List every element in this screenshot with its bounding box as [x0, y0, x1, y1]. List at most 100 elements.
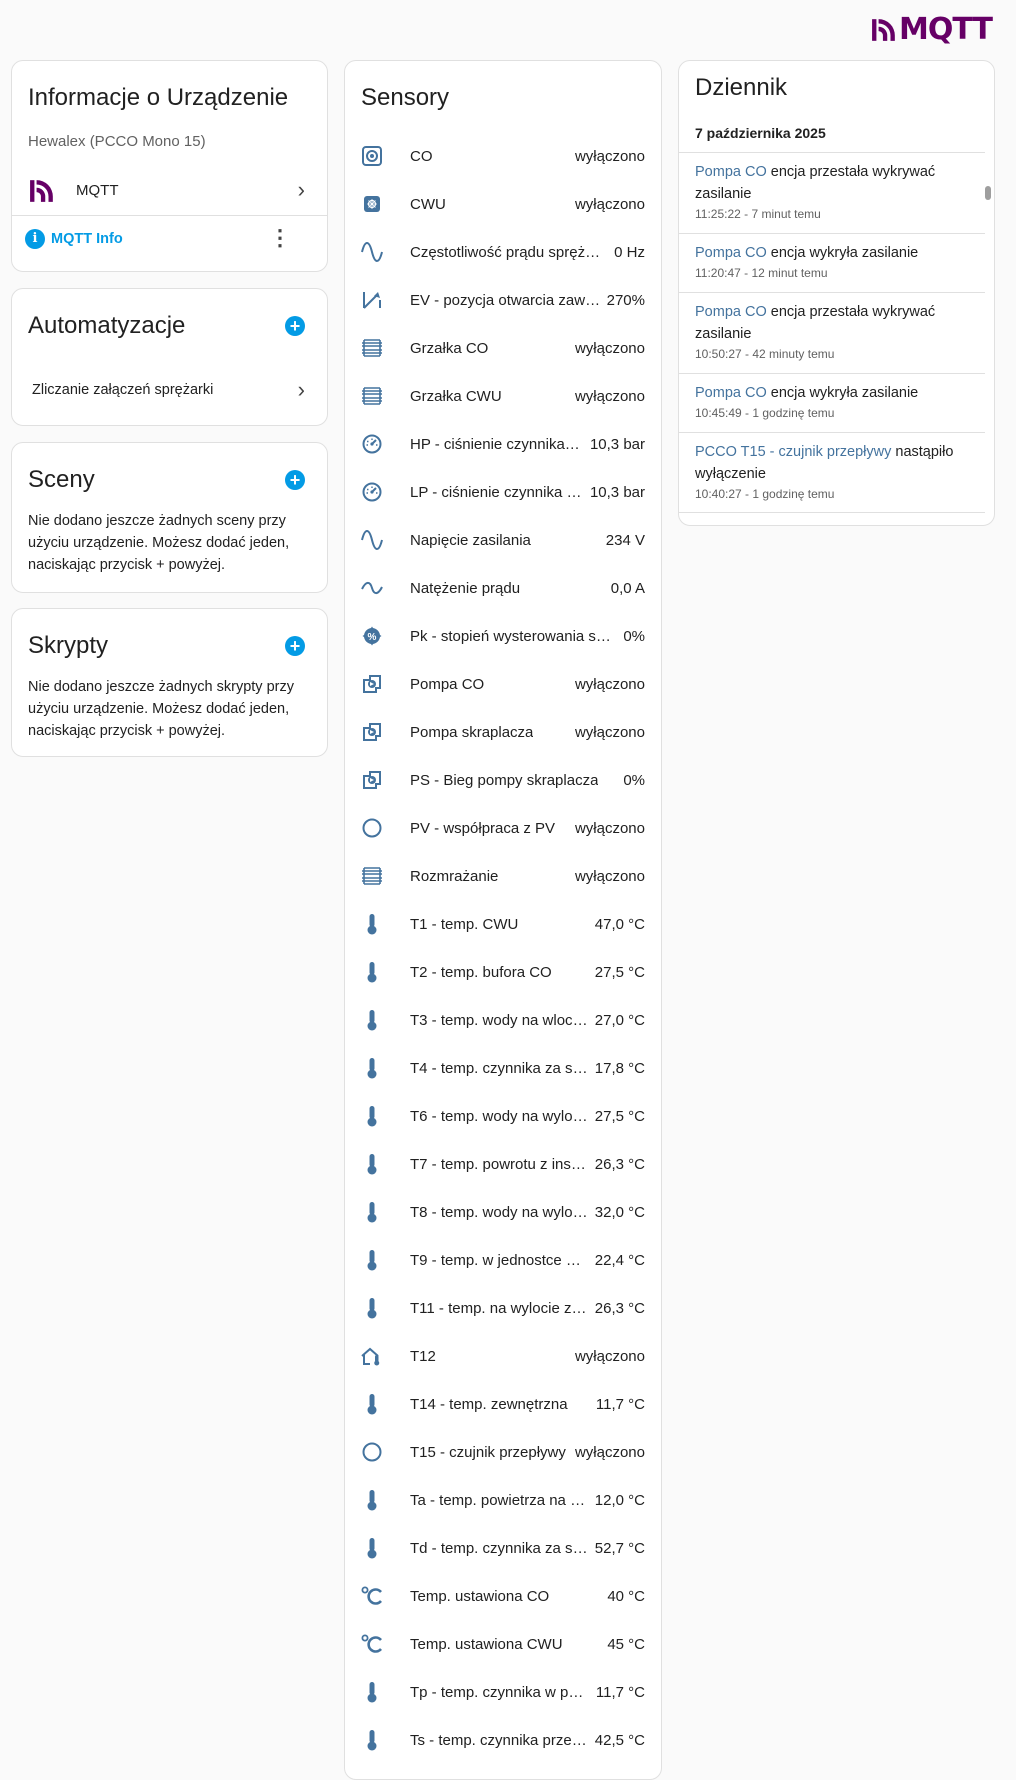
sensor-row[interactable]: T2 - temp. bufora CO 27,5 °C — [345, 948, 661, 996]
gauge-icon — [361, 433, 383, 455]
home-thermometer-icon — [361, 1345, 383, 1367]
sensor-row[interactable]: EV - pozycja otwarcia zaworu rozprężnego… — [345, 276, 661, 324]
sensor-name: PV - współpraca z PV — [410, 819, 556, 837]
add-scene-button[interactable]: + — [285, 470, 305, 490]
thermometer-icon — [361, 1729, 383, 1751]
sensor-value: wyłączono — [574, 147, 645, 165]
circle-outline-icon — [361, 1441, 383, 1463]
sensor-row[interactable]: T12 wyłączono — [345, 1332, 661, 1380]
log-message-text: encja wykryła zasilanie — [766, 385, 919, 401]
sensor-row[interactable]: Temp. ustawiona CWU 45 °C — [345, 1620, 661, 1668]
sensor-row[interactable]: Natężenie prądu 0,0 A — [345, 564, 661, 612]
divider — [679, 432, 985, 433]
sensor-row[interactable]: % Pk - stopień wysterowania sprężarki 0% — [345, 612, 661, 660]
sensor-value: 11,7 °C — [595, 1395, 645, 1413]
radiator-icon — [361, 865, 383, 887]
sensor-row[interactable]: Ts - temp. czynnika przed sprężarką 42,5 … — [345, 1716, 661, 1764]
sensor-row[interactable]: PV - współpraca z PV wyłączono — [345, 804, 661, 852]
sensor-row[interactable]: Częstotliwość prądu sprężarki 0 Hz — [345, 228, 661, 276]
scenes-title: Sceny — [28, 466, 95, 493]
sensor-row[interactable]: LP - ciśnienie czynnika niskie 10,3 bar — [345, 468, 661, 516]
automation-item[interactable]: Zliczanie załączeń sprężarki › — [12, 369, 327, 413]
sensor-row[interactable]: Td - temp. czynnika za sprężarką 52,7 °C — [345, 1524, 661, 1572]
sensor-row[interactable]: PS - Bieg pompy skraplacza 0% — [345, 756, 661, 804]
sensor-name: T8 - temp. wody na wylocie z grzałki — [410, 1203, 589, 1221]
mqtt-info-link[interactable]: i MQTT Info — [25, 229, 123, 249]
sensor-row[interactable]: CWU wyłączono — [345, 180, 661, 228]
sensor-row[interactable]: T14 - temp. zewnętrzna 11,7 °C — [345, 1380, 661, 1428]
sensor-name: Częstotliwość prądu sprężarki — [410, 243, 609, 261]
chevron-right-icon: › — [297, 177, 305, 202]
sensor-name: LP - ciśnienie czynnika niskie — [410, 483, 584, 501]
thermometer-icon — [361, 1201, 383, 1223]
sensor-value: wyłączono — [574, 867, 645, 885]
sensor-row[interactable]: Rozmrażanie wyłączono — [345, 852, 661, 900]
sensor-row[interactable]: Napięcie zasilania 234 V — [345, 516, 661, 564]
log-message-text: encja wykryła zasilanie — [766, 245, 919, 261]
divider — [679, 233, 985, 234]
sensor-value: wyłączono — [574, 339, 645, 357]
sensor-row[interactable]: T6 - temp. wody na wylocie ze skraplacza… — [345, 1092, 661, 1140]
log-entity-link[interactable]: Pompa CO — [695, 245, 767, 261]
sensor-name: Tp - temp. czynnika w parowniku — [410, 1683, 590, 1701]
sensor-row[interactable]: Pompa CO wyłączono — [345, 660, 661, 708]
sensor-row[interactable]: CO wyłączono — [345, 132, 661, 180]
sensor-name: T4 - temp. czynnika za skraplaczem — [410, 1059, 589, 1077]
add-script-button[interactable]: + — [285, 636, 305, 656]
pump-icon — [361, 769, 383, 791]
sensor-row[interactable]: T4 - temp. czynnika za skraplaczem 17,8 °… — [345, 1044, 661, 1092]
sensor-row[interactable]: HP - ciśnienie czynnika wysokie 10,3 bar — [345, 420, 661, 468]
chevron-right-icon: › — [297, 377, 305, 402]
sensor-name: CWU — [410, 195, 446, 213]
sensor-value: 26,3 °C — [594, 1155, 645, 1173]
sensor-row[interactable]: Grzałka CWU wyłączono — [345, 372, 661, 420]
log-entity-link[interactable]: Pompa CO — [695, 304, 767, 320]
sensor-value: wyłączono — [574, 387, 645, 405]
sensor-name: Pompa skraplacza — [410, 723, 534, 741]
integration-row[interactable]: MQTT › — [12, 169, 327, 213]
sensor-value: 52,7 °C — [594, 1539, 645, 1557]
sensor-row[interactable]: T15 - czujnik przepływy wyłączono — [345, 1428, 661, 1476]
sensor-row[interactable]: Tp - temp. czynnika w parowniku 11,7 °C — [345, 1668, 661, 1716]
sensor-name: CO — [410, 147, 433, 165]
sensor-row[interactable]: T9 - temp. w jednostce wewnętrznej 22,4 °… — [345, 1236, 661, 1284]
log-entity-link[interactable]: PCCO T15 - czujnik przepływy — [695, 444, 891, 460]
sensor-value: 270% — [606, 291, 645, 309]
log-entity-link[interactable]: Pompa CO — [695, 164, 767, 180]
sensor-name: T1 - temp. CWU — [410, 915, 519, 933]
sensor-row[interactable]: T3 - temp. wody na wlocie do skraplacza 2… — [345, 996, 661, 1044]
sensor-name: Grzałka CWU — [410, 387, 502, 405]
log-time: 10:50:27 - 42 minuty temu — [695, 347, 835, 361]
sensor-row[interactable]: Ta - temp. powietrza na wlocie 12,0 °C — [345, 1476, 661, 1524]
sensor-value: 0% — [623, 771, 645, 789]
sensor-name: Napięcie zasilania — [410, 531, 531, 549]
sensor-value: 27,5 °C — [594, 1107, 645, 1125]
sensor-row[interactable]: T11 - temp. na wylocie z bufora 26,3 °C — [345, 1284, 661, 1332]
pump-icon — [361, 673, 383, 695]
scrollbar-thumb[interactable] — [985, 186, 991, 200]
logbook-card: Dziennik 7 października 2025 Pompa CO en… — [678, 60, 995, 526]
add-automation-button[interactable]: + — [285, 316, 305, 336]
sensor-row[interactable]: T8 - temp. wody na wylocie z grzałki 32,0… — [345, 1188, 661, 1236]
sensor-value: wyłączono — [574, 675, 645, 693]
sensor-value: 40 °C — [607, 1587, 645, 1605]
sensor-row[interactable]: Pompa skraplacza wyłączono — [345, 708, 661, 756]
device-info-card: Informacje o Urządzenie Hewalex (PCCO Mo… — [11, 60, 328, 272]
sensor-row[interactable]: Temp. ustawiona CO 40 °C — [345, 1572, 661, 1620]
log-time: 11:25:22 - 7 minut temu — [695, 207, 821, 221]
log-entity-link[interactable]: Pompa CO — [695, 385, 767, 401]
sensor-value: wyłączono — [574, 723, 645, 741]
thermometer-icon — [361, 1009, 383, 1031]
sensor-row[interactable]: Grzałka CO wyłączono — [345, 324, 661, 372]
sensor-row[interactable]: T1 - temp. CWU 47,0 °C — [345, 900, 661, 948]
log-entry: Pompa CO encja wykryła zasilanie 11:20:47… — [695, 242, 975, 282]
mqtt-broadcast-icon — [872, 18, 895, 41]
sensor-row[interactable]: T7 - temp. powrotu z instalacji 26,3 °C — [345, 1140, 661, 1188]
automations-card: Automatyzacje + Zliczanie załączeń spręż… — [11, 288, 328, 426]
celsius-icon — [361, 1633, 383, 1655]
current-ac-icon — [361, 577, 383, 599]
automations-title: Automatyzacje — [28, 312, 186, 339]
more-options-icon[interactable]: ⋮ — [269, 227, 291, 249]
sensor-value: 32,0 °C — [594, 1203, 645, 1221]
sensor-value: 0 Hz — [614, 243, 645, 261]
